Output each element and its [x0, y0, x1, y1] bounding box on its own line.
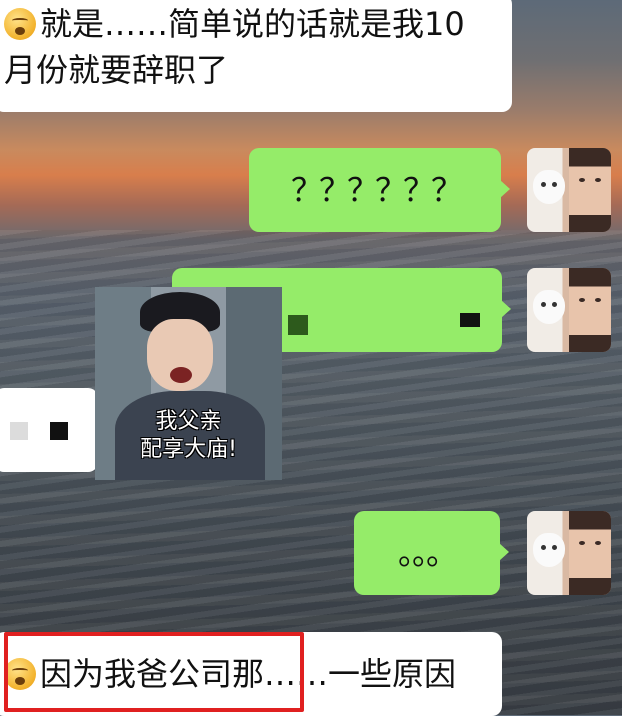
user-avatar[interactable] — [527, 511, 611, 595]
thinking-face-icon — [4, 8, 36, 40]
redacted-mark — [10, 422, 28, 440]
user-avatar[interactable] — [527, 268, 611, 352]
avatar-cat — [533, 290, 565, 324]
message-1-text: 就是……简单说的话就是我10 — [40, 5, 465, 43]
message-1-line-1: 就是……简单说的话就是我10 — [4, 4, 512, 44]
outgoing-message-5[interactable]: 。。。 — [354, 511, 500, 595]
user-avatar[interactable] — [527, 148, 611, 232]
avatar-cat — [533, 533, 565, 567]
incoming-message-4[interactable] — [0, 388, 98, 472]
redacted-mark — [50, 422, 68, 440]
sticker-robe — [115, 391, 265, 480]
sticker-caption-line-2: 配享大庙! — [140, 437, 237, 462]
message-1-line-2: 月份就要辞职了 — [4, 51, 229, 89]
sticker-mouth — [170, 367, 192, 383]
sticker-caption-line-1: 我父亲 — [155, 409, 222, 434]
bubble-tail — [499, 543, 509, 561]
bubble-tail — [501, 300, 511, 318]
message-5-text: 。。。 — [397, 534, 458, 572]
avatar-girl — [569, 511, 611, 595]
message-2-text: ？？？？？？ — [290, 171, 463, 209]
redacted-mark — [460, 313, 480, 327]
redacted-mark — [288, 315, 308, 335]
sticker-image[interactable]: 我父亲 配享大庙! — [95, 287, 282, 480]
avatar-girl — [569, 268, 611, 352]
avatar-girl — [569, 148, 611, 232]
incoming-message-1[interactable]: 就是……简单说的话就是我10 月份就要辞职了 — [0, 0, 512, 112]
red-highlight-box — [4, 632, 304, 712]
avatar-cat — [533, 170, 565, 204]
outgoing-message-2[interactable]: ？？？？？？ — [249, 148, 501, 232]
bubble-tail — [500, 180, 510, 198]
